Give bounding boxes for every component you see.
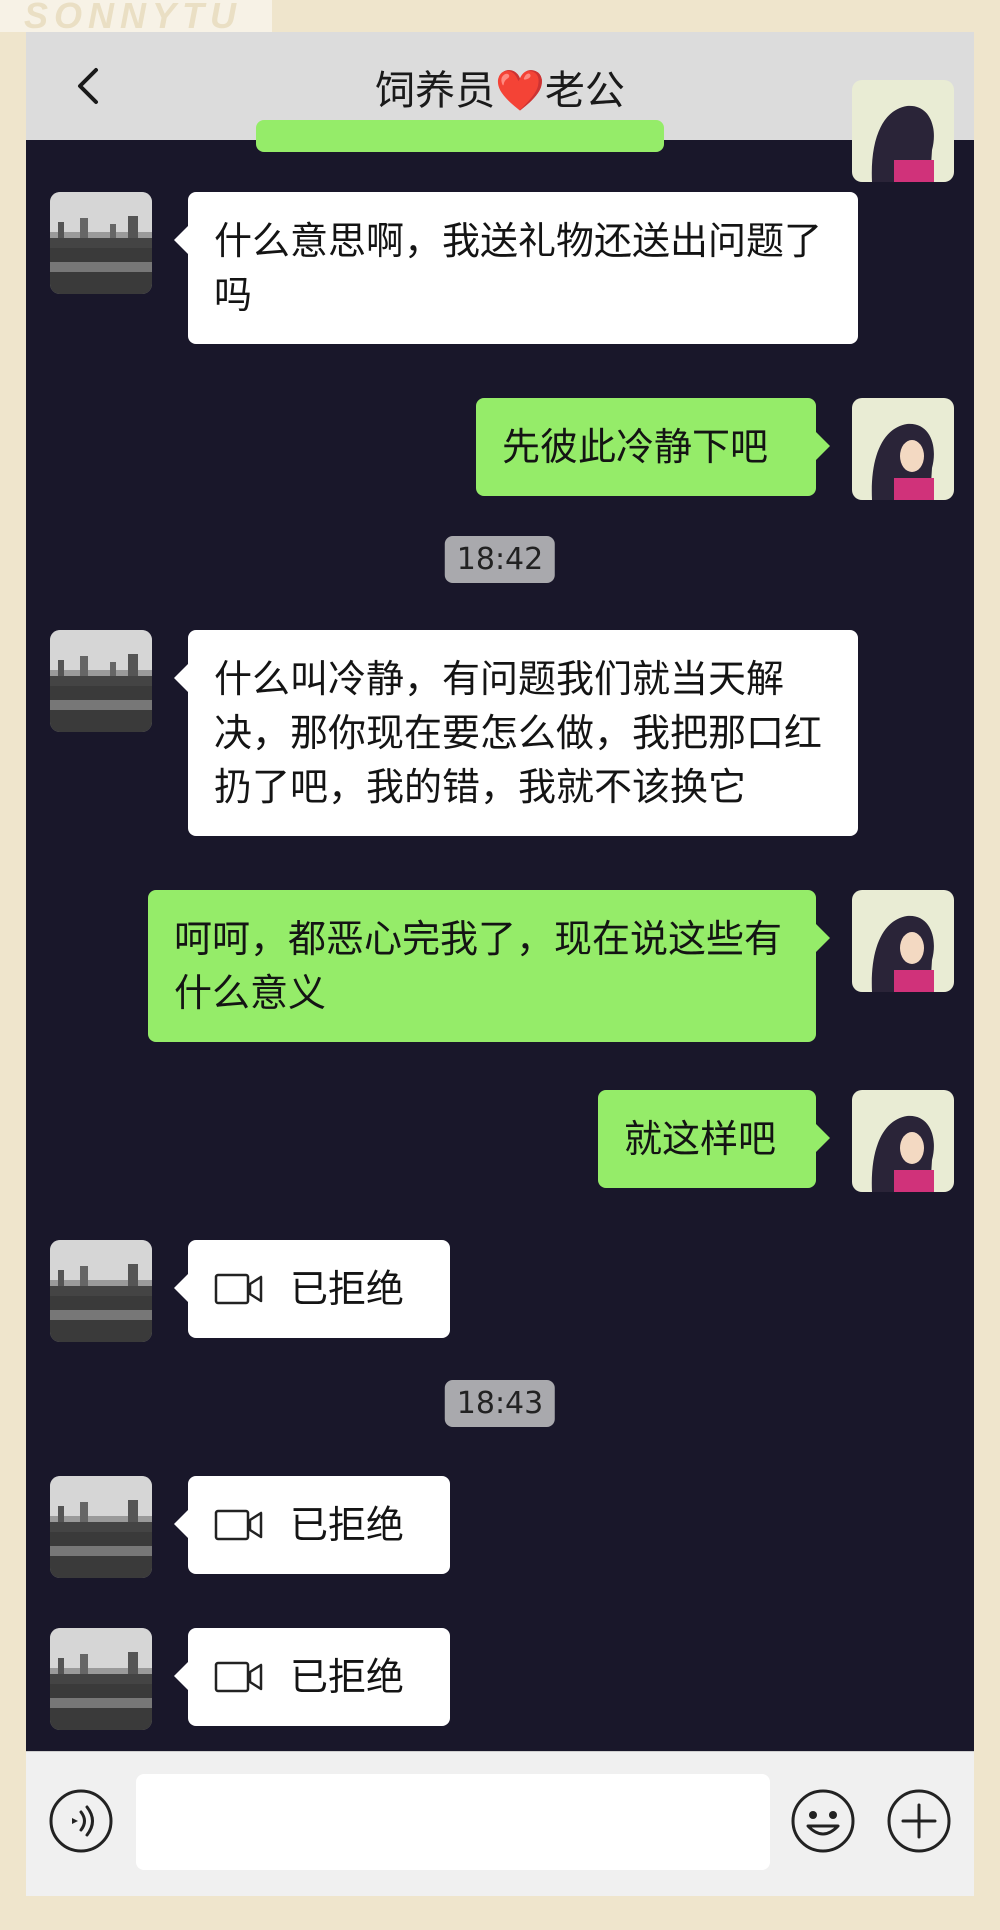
timestamp: 18:43	[444, 1380, 556, 1427]
video-call-bubble[interactable]: 已拒绝	[174, 1476, 450, 1574]
previous-message-bubble	[256, 120, 664, 152]
call-status: 已拒绝	[290, 1655, 405, 1699]
avatar-self[interactable]	[852, 80, 954, 182]
avatar-contact[interactable]	[50, 1628, 152, 1730]
avatar-self[interactable]	[852, 398, 954, 500]
message-bubble-sent[interactable]: 先彼此冷静下吧	[476, 398, 830, 496]
plus-icon[interactable]	[886, 1788, 952, 1854]
video-camera-icon	[214, 1273, 263, 1305]
title-relation: 老公	[544, 68, 625, 114]
voice-icon[interactable]	[48, 1788, 114, 1854]
message-bubble-sent[interactable]: 就这样吧	[598, 1090, 830, 1188]
message-text: 什么叫冷静，有问题我们就当天解决，那你现在要怎么做，我把那口红扔了吧，我的错，我…	[214, 657, 823, 809]
chat-title: 饲养员❤️老公	[26, 58, 974, 116]
avatar-self[interactable]	[852, 890, 954, 992]
title-name: 饲养员	[375, 68, 496, 114]
heart-emoji: ❤️	[495, 68, 545, 114]
avatar-contact[interactable]	[50, 192, 152, 294]
video-camera-icon	[214, 1509, 263, 1541]
call-status: 已拒绝	[290, 1267, 405, 1311]
video-call-bubble[interactable]: 已拒绝	[174, 1240, 450, 1338]
message-bubble-received[interactable]: 什么意思啊，我送礼物还送出问题了吗	[174, 192, 858, 344]
timestamp: 18:42	[444, 536, 556, 583]
message-list[interactable]: 什么意思啊，我送礼物还送出问题了吗 先彼此冷静下吧 18:42 什么叫冷静，有问…	[26, 80, 974, 1752]
avatar-contact[interactable]	[50, 1476, 152, 1578]
call-status: 已拒绝	[290, 1503, 405, 1547]
input-toolbar	[26, 1751, 974, 1896]
video-camera-icon	[214, 1661, 263, 1693]
message-text: 就这样吧	[624, 1117, 777, 1161]
message-input[interactable]	[136, 1774, 770, 1870]
message-bubble-sent[interactable]: 呵呵，都恶心完我了，现在说这些有什么意义	[148, 890, 830, 1042]
video-call-bubble[interactable]: 已拒绝	[174, 1628, 450, 1726]
avatar-contact[interactable]	[50, 630, 152, 732]
message-text: 什么意思啊，我送礼物还送出问题了吗	[214, 219, 823, 317]
emoji-icon[interactable]	[790, 1788, 856, 1854]
avatar-self[interactable]	[852, 1090, 954, 1192]
message-text: 先彼此冷静下吧	[502, 425, 769, 469]
watermark: SONNYTU	[0, 0, 272, 32]
chat-window: 饲养员❤️老公 什么意思啊，我送礼物还送出问题了吗 先彼此冷静下吧 18:42	[26, 32, 974, 1896]
message-text: 呵呵，都恶心完我了，现在说这些有什么意义	[174, 917, 783, 1015]
message-bubble-received[interactable]: 什么叫冷静，有问题我们就当天解决，那你现在要怎么做，我把那口红扔了吧，我的错，我…	[174, 630, 858, 836]
avatar-contact[interactable]	[50, 1240, 152, 1342]
